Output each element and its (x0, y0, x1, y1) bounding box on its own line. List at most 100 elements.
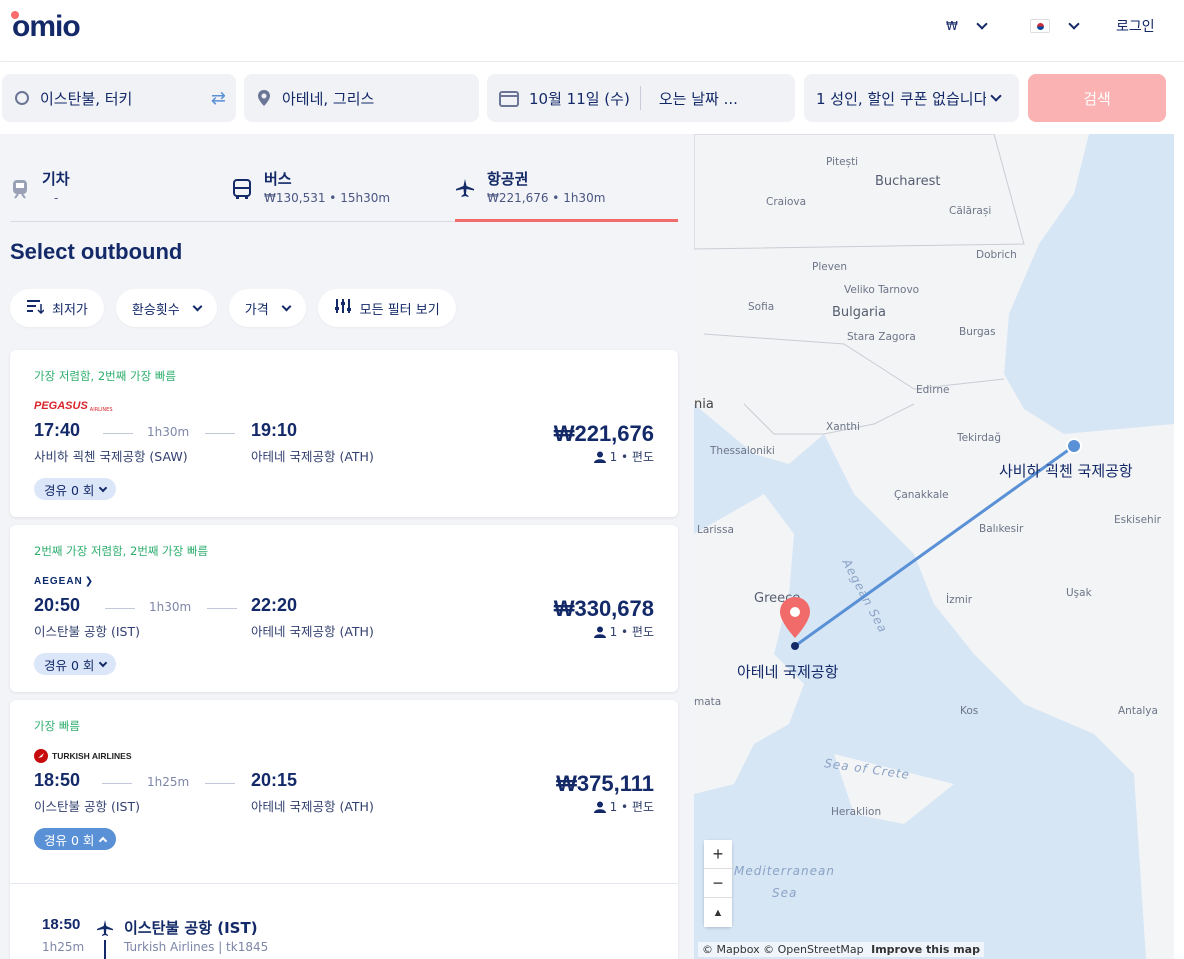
result-card[interactable]: 가장 저렴함, 2번째 가장 빠름 PEGASUS AIRLINES 17:40… (10, 350, 678, 517)
chevron-down-icon (99, 658, 108, 667)
origin-circle-icon (14, 90, 30, 106)
tab-bus-sub: ₩130,531 • 15h30m (264, 191, 391, 205)
all-filters-label: 모든 필터 보기 (359, 302, 440, 318)
compass-button[interactable]: ▲ (704, 898, 732, 927)
sort-chip[interactable]: 최저가 (10, 289, 104, 327)
korea-flag-icon (1030, 19, 1050, 33)
origin-value: 이스탄불, 터키 (40, 89, 133, 108)
person-icon (593, 626, 606, 638)
route-map[interactable]: Pitești Bucharest Craiova Călărași Dobri… (694, 134, 1174, 959)
plane-icon (96, 919, 114, 941)
result-badge: 2번째 가장 저렴함, 2번째 가장 빠름 (34, 544, 209, 558)
duration-line (105, 608, 135, 609)
stops-toggle[interactable]: 경유 0 회 (34, 828, 117, 850)
attribution-text[interactable]: © Mapbox © OpenStreetMap (702, 943, 864, 956)
stops-toggle[interactable]: 경유 0 회 (34, 478, 117, 500)
tab-flight-title: 항공권 (487, 170, 529, 188)
stops-label: 경유 0 회 (44, 657, 95, 673)
price: ₩330,678 (553, 596, 654, 621)
detail-airport: 이스탄불 공항 (IST) (124, 919, 258, 937)
tab-train[interactable]: 기차 - (10, 168, 230, 222)
destination-value: 아테네, 그리스 (282, 89, 375, 108)
turkish-airlines-logo-icon (34, 749, 48, 763)
passenger-info: 1 • 편도 (593, 798, 654, 815)
chevron-down-icon (990, 90, 1002, 102)
origin-field[interactable]: 이스탄불, 터키 ⇄ (2, 74, 236, 122)
airline-name: PEGASUS (34, 400, 88, 412)
result-card-expanded[interactable]: 가장 빠름 TURKISH AIRLINES 18:50 1h25m 20:15… (10, 700, 678, 959)
detail-time: 18:50 (42, 916, 81, 933)
train-icon (10, 178, 30, 204)
sort-label: 최저가 (52, 302, 88, 318)
arrival-time: 22:20 (251, 595, 298, 615)
duration: 1h30m (149, 600, 192, 614)
result-card[interactable]: 2번째 가장 저렴함, 2번째 가장 빠름 AEGEAN ❯ 20:50 1h3… (10, 525, 678, 692)
aegean-mark-icon: ❯ (84, 575, 94, 587)
departure-time: 18:50 (34, 770, 81, 790)
detail-divider (10, 883, 678, 884)
zoom-out-button[interactable]: − (704, 869, 732, 898)
destination-dot[interactable] (791, 642, 799, 650)
omio-logo[interactable]: omio (12, 10, 81, 44)
return-date[interactable]: 오는 날짜 ... (659, 88, 738, 109)
passenger-text: 1 • 편도 (609, 625, 654, 639)
destination-field[interactable]: 아테네, 그리스 (244, 74, 479, 122)
chevron-down-icon (281, 301, 292, 311)
detail-duration: 1h25m (42, 940, 85, 954)
person-icon (593, 451, 606, 463)
depart-date[interactable]: 10월 11일 (수) (529, 88, 630, 109)
price: ₩375,111 (556, 771, 654, 796)
duration-line (205, 783, 235, 784)
origin-airport-label: 사비하 괵첸 국제공항 (999, 462, 1133, 480)
language-selector[interactable] (1030, 16, 1080, 36)
transfers-label: 환승횟수 (131, 302, 180, 318)
duration-line (103, 433, 133, 434)
stops-label: 경유 0 회 (44, 832, 95, 848)
search-button[interactable]: 검색 (1028, 74, 1166, 122)
login-link[interactable]: 로그인 (1116, 16, 1155, 36)
improve-map-link[interactable]: Improve this map (871, 943, 980, 956)
page-title: Select outbound (10, 239, 183, 264)
duration-line (102, 783, 132, 784)
sliders-icon (334, 298, 352, 318)
passenger-info: 1 • 편도 (593, 623, 654, 640)
filter-bar: 최저가 환승횟수 가격 모든 필터 보기 (10, 289, 456, 327)
destination-airport-label: 아테네 국제공항 (737, 663, 839, 681)
scrollbar-track[interactable] (1174, 134, 1184, 959)
route-connector (104, 940, 106, 959)
chevron-down-icon (99, 483, 108, 492)
arrival-airport: 아테네 국제공항 (ATH) (251, 799, 374, 814)
transfers-chip[interactable]: 환승횟수 (115, 289, 217, 327)
currency-symbol: ₩ (946, 19, 958, 33)
detail-carrier: Turkish Airlines | tk1845 (124, 940, 269, 954)
date-divider (639, 86, 641, 110)
date-field[interactable]: 10월 11일 (수) 오는 날짜 ... (487, 74, 795, 122)
tab-flight-sub: ₩221,676 • 1h30m (487, 191, 606, 205)
chevron-down-icon (976, 18, 988, 30)
plane-icon (455, 178, 475, 202)
chevron-down-icon (192, 301, 203, 311)
price-chip[interactable]: 가격 (228, 289, 306, 327)
result-badge: 가장 빠름 (34, 719, 80, 733)
tab-bus[interactable]: 버스 ₩130,531 • 15h30m (232, 168, 452, 222)
tab-flight[interactable]: 항공권 ₩221,676 • 1h30m (455, 168, 678, 222)
zoom-in-button[interactable]: + (704, 840, 732, 869)
stops-toggle[interactable]: 경유 0 회 (34, 653, 117, 675)
arrival-time: 19:10 (251, 420, 298, 440)
tab-train-sub: - (54, 191, 59, 205)
all-filters-chip[interactable]: 모든 필터 보기 (317, 289, 456, 327)
passenger-text: 1 • 편도 (609, 800, 654, 814)
passengers-field[interactable]: 1 성인, 할인 쿠폰 없습니다 (804, 74, 1019, 122)
map-attribution: © Mapbox © OpenStreetMap Improve this ma… (698, 942, 984, 957)
search-bar: 이스탄불, 터키 ⇄ 아테네, 그리스 10월 11일 (수) 오는 날짜 ..… (0, 62, 1184, 134)
arrival-airport: 아테네 국제공항 (ATH) (251, 624, 374, 639)
departure-airport: 이스탄불 공항 (IST) (34, 624, 140, 639)
origin-dot[interactable] (1066, 438, 1082, 454)
passenger-info: 1 • 편도 (593, 448, 654, 465)
departure-time: 17:40 (34, 420, 81, 440)
currency-selector[interactable]: ₩ (946, 16, 988, 36)
price: ₩221,676 (553, 421, 654, 446)
swap-icon[interactable]: ⇄ (211, 88, 226, 109)
route-overlay (780, 438, 1082, 650)
top-header: omio ₩ 로그인 (0, 0, 1184, 62)
